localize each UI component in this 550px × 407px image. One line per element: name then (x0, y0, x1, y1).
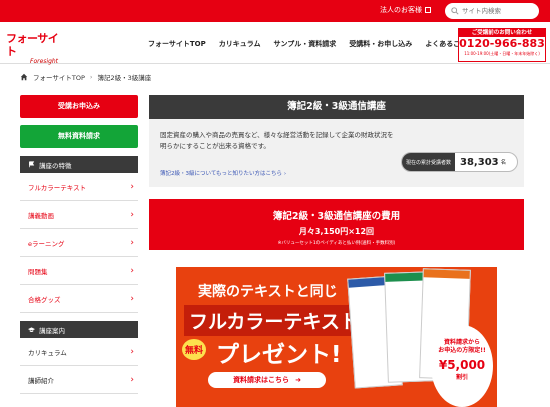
request-button[interactable]: 無料資料請求 (20, 125, 138, 148)
breadcrumb-home[interactable]: フォーサイトTOP (33, 72, 85, 82)
corporate-link[interactable]: 法人のお客様 (380, 5, 431, 15)
apply-button[interactable]: 受講お申込み (20, 95, 138, 118)
discount-badge: 資料請求から お申込の方限定!! ¥5,000 割引 (431, 325, 493, 407)
sidebar-item-goods[interactable]: 合格グッズ › (20, 285, 138, 313)
discount-line1: 資料請求から (443, 339, 480, 346)
features-heading: 講座の特徴 (20, 156, 138, 173)
banner-line2: フルカラーテキスト (184, 305, 364, 336)
discount-unit: 割引 (455, 374, 468, 381)
nav-item-top[interactable]: フォーサイトTOP (148, 39, 206, 49)
banner-line1: 実際のテキストと同じ (198, 284, 338, 300)
site-header: フォーサイト Foresight フォーサイトTOP カリキュラム サンプル・資… (0, 22, 550, 65)
sidebar-item-label: 講師紹介 (28, 376, 54, 385)
more-info-label: 簿記2級・3級についてもっと知りたい方はこちら (160, 171, 283, 177)
promo-banner[interactable]: 実際のテキストと同じ フルカラーテキスト プレゼント! 無料 資料請求はこちら ➜… (176, 267, 497, 407)
arrow-right-icon: ➜ (295, 376, 301, 384)
fee-section: 簿記2級・3級通信講座の費用 月々3,150円×12回 ※バリューセット1のペイ… (149, 199, 524, 250)
chevron-right-icon: › (130, 265, 134, 276)
more-info-link[interactable]: 簿記2級・3級についてもっと知りたい方はこちら › (160, 169, 286, 177)
site-logo[interactable]: フォーサイト Foresight (6, 32, 66, 65)
page-title: 簿記2級・3級通信講座 (149, 95, 524, 119)
corporate-link-label: 法人のお客様 (380, 6, 422, 14)
request-link-button[interactable]: 資料請求はこちら ➜ (208, 372, 326, 388)
sidebar: 受講お申込み 無料資料請求 講座の特徴 フルカラーテキスト › 講義動画 › eラー… (20, 95, 138, 394)
chevron-right-icon: › (283, 171, 287, 177)
sidebar-item-elearning[interactable]: eラーニング › (20, 229, 138, 257)
phone-hours: 11:00-19:00(土曜・日曜・年末年始除く) (464, 51, 540, 56)
home-icon (20, 73, 28, 81)
sidebar-item-label: 講義動画 (28, 211, 54, 220)
logo-text: フォーサイト (6, 32, 59, 58)
counter-label: 現在の累計受講者数 (402, 153, 456, 171)
graduation-cap-icon (28, 327, 35, 332)
external-link-icon (425, 7, 431, 13)
banner-line3: プレゼント! (216, 342, 342, 368)
chevron-right-icon: › (130, 237, 134, 248)
phone-label: ご受講前のお問い合わせ (459, 29, 545, 37)
sidebar-item-curriculum[interactable]: カリキュラム › (20, 338, 138, 366)
chevron-right-icon: › (130, 181, 134, 192)
request-link-label: 資料請求はこちら (233, 376, 290, 384)
nav-item-curriculum[interactable]: カリキュラム (219, 39, 261, 49)
sidebar-item-label: eラーニング (28, 239, 65, 248)
breadcrumb-separator: › (89, 73, 93, 81)
sidebar-item-label: フルカラーテキスト (28, 183, 87, 192)
guide-heading: 講座案内 (20, 321, 138, 338)
discount-price: ¥5,000 (438, 358, 486, 372)
student-counter: 現在の累計受講者数 38,303 名 (401, 152, 518, 172)
course-description: 固定資産の購入や商品の売買など、様々な経営活動を記録して企業の財政状況を明らかに… (160, 131, 394, 150)
search-box[interactable] (445, 3, 539, 19)
course-intro: 固定資産の購入や商品の売買など、様々な経営活動を記録して企業の財政状況を明らかに… (149, 119, 524, 187)
search-icon (451, 7, 459, 15)
global-nav: フォーサイトTOP カリキュラム サンプル・資料請求 受講料・お申し込み よくあ… (148, 39, 474, 49)
sidebar-item-video[interactable]: 講義動画 › (20, 201, 138, 229)
main-content: 簿記2級・3級通信講座 固定資産の購入や商品の売買など、様々な経営活動を記録して… (149, 95, 524, 407)
guide-heading-label: 講座案内 (39, 326, 65, 335)
features-heading-label: 講座の特徴 (39, 161, 72, 170)
sidebar-item-label: 合格グッズ (28, 295, 61, 304)
chevron-right-icon: › (130, 209, 134, 220)
counter-unit: 名 (500, 160, 507, 166)
logo-subtext: Foresight (30, 58, 59, 65)
free-badge: 無料 (182, 339, 207, 360)
discount-line2: お申込の方限定!! (438, 347, 486, 354)
breadcrumb: フォーサイトTOP › 簿記2級・3級講座 (20, 72, 151, 82)
nav-item-fee[interactable]: 受講料・お申し込み (349, 39, 412, 49)
sidebar-item-fullcolor[interactable]: フルカラーテキスト › (20, 173, 138, 201)
top-bar: 法人のお客様 (0, 0, 550, 22)
flag-icon (29, 161, 35, 168)
search-input[interactable] (462, 7, 537, 15)
fee-note: ※バリューセット1のペイディあと払い例(送料・手数料別) (277, 241, 396, 246)
nav-item-sample[interactable]: サンプル・資料請求 (274, 39, 337, 49)
chevron-right-icon: › (130, 293, 134, 304)
breadcrumb-current: 簿記2級・3級講座 (97, 74, 152, 82)
sidebar-item-instructors[interactable]: 講師紹介 › (20, 366, 138, 394)
fee-price: 月々3,150円×12回 (298, 227, 375, 236)
sidebar-item-label: カリキュラム (28, 348, 67, 357)
phone-number: 0120-966-883 (459, 37, 545, 50)
sidebar-item-workbook[interactable]: 問題集 › (20, 257, 138, 285)
counter-value: 38,303 (460, 156, 499, 168)
chevron-right-icon: › (130, 346, 134, 357)
sidebar-item-label: 問題集 (28, 267, 48, 276)
phone-contact[interactable]: ご受講前のお問い合わせ 0120-966-883 11:00-19:00(土曜・… (458, 28, 546, 62)
chevron-right-icon: › (130, 374, 134, 385)
fee-heading: 簿記2級・3級通信講座の費用 (272, 211, 401, 222)
